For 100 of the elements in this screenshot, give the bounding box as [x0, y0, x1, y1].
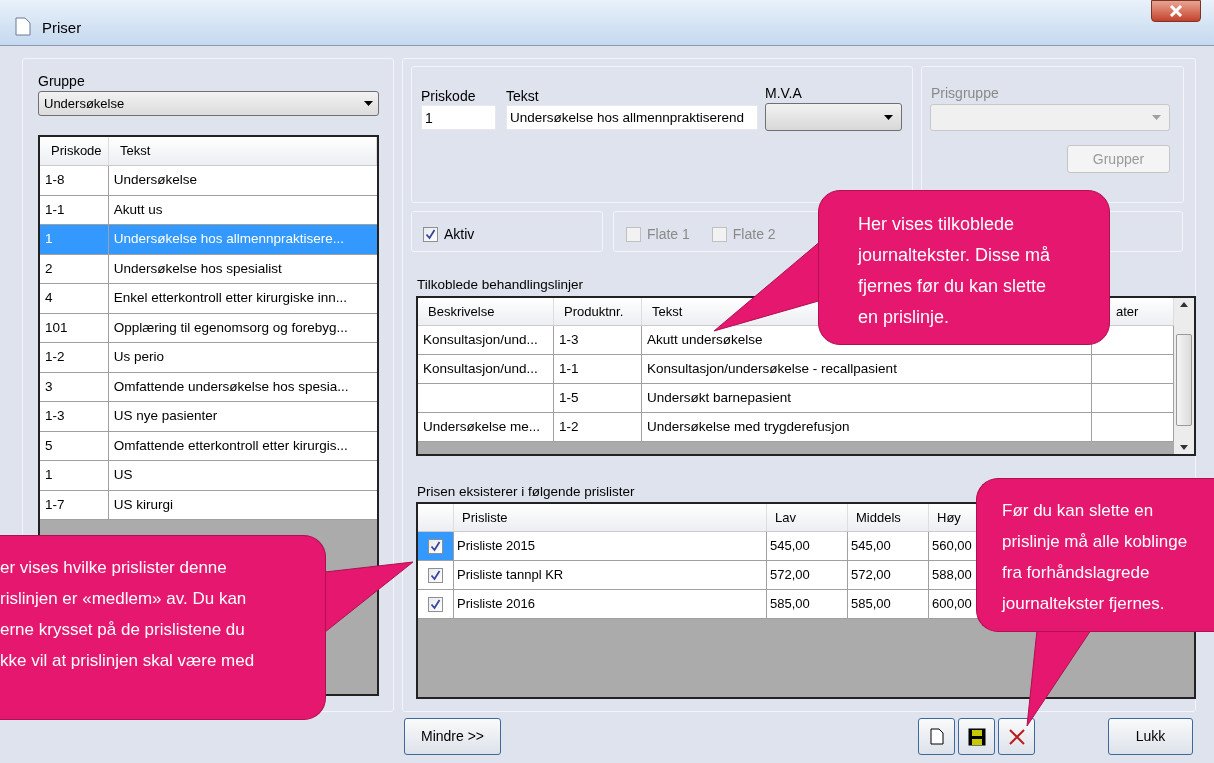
linked-lines-heading: Tilkoblede behandlingslinjer: [417, 276, 584, 294]
document-icon: [929, 728, 944, 745]
table-cell-text: Undersøkelse med trygderefusjon: [647, 417, 850, 436]
table-cell-text: 1-3: [559, 330, 579, 349]
table-cell-text: Prisliste tannpl KR: [457, 566, 564, 585]
scroll-up-icon[interactable]: [1180, 302, 1188, 307]
text-cell-text: Omfattende undersøkelse hos spesia...: [112, 377, 350, 396]
table-cell-text: 588,00: [932, 566, 972, 585]
save-button[interactable]: [958, 718, 995, 755]
list-row[interactable]: 1 US: [40, 461, 377, 491]
vat-dropdown[interactable]: [765, 103, 902, 131]
list-row[interactable]: 2 Undersøkelse hos spesialist: [40, 254, 377, 284]
checkbox[interactable]: [428, 596, 443, 612]
text-cell-text: Undersøkelse hos allmennpraktisere...: [112, 230, 345, 249]
table-cell-text: 1-5: [559, 388, 579, 407]
table-cell-text: 560,00: [932, 537, 972, 556]
table-cell-text: 572,00: [851, 566, 891, 585]
table-cell-text: 1-2: [559, 417, 579, 436]
scrollbar[interactable]: [1174, 298, 1194, 454]
list-row[interactable]: 1-3 US nye pasienter: [40, 402, 377, 432]
text-cell-text: Akutt us: [112, 200, 164, 219]
price-code-cell: 1-3: [40, 402, 109, 431]
column-header[interactable]: Lav: [775, 507, 796, 528]
column-header[interactable]: Produktnr.: [564, 301, 624, 322]
text-cell-text: Undersøkelse: [112, 171, 198, 190]
column-header[interactable]: Beskrivelse: [428, 301, 495, 322]
column-header[interactable]: Prisliste: [462, 507, 508, 528]
text-cell-text: US nye pasienter: [112, 407, 219, 426]
price-code-cell: 5: [40, 431, 109, 460]
less-button[interactable]: Mindre >>: [404, 718, 501, 755]
list-row[interactable]: 1-2 Us perio: [40, 343, 377, 373]
price-group-label: Prisgruppe: [931, 84, 999, 103]
text-cell-text: Enkel etterkontroll etter kirurgiske inn...: [112, 289, 348, 308]
table-cell-text: 572,00: [770, 566, 810, 585]
table-cell-text: 585,00: [851, 595, 891, 614]
delete-icon: [1008, 728, 1025, 745]
price-code-cell: 1: [40, 225, 109, 254]
price-lists-heading: Prisen eksisterer i følgende prislister: [417, 483, 635, 501]
price-code-cell: 1-2: [40, 343, 109, 372]
price-code-cell: 101: [40, 313, 109, 342]
text-label: Tekst: [506, 87, 539, 106]
column-header[interactable]: Tekst: [109, 137, 377, 165]
checkbox-label: Flate 2: [732, 225, 776, 244]
column-header[interactable]: Høy: [937, 507, 961, 528]
scroll-thumb[interactable]: [1176, 334, 1192, 426]
text-cell-text: Us perio: [112, 348, 165, 367]
checkbox[interactable]: [428, 538, 443, 554]
checkbox-cell[interactable]: [418, 532, 454, 560]
table-cell-text: Undersøkelse me...: [423, 417, 541, 436]
checkbox-label: Aktiv: [444, 225, 475, 244]
column-header[interactable]: Tekst: [652, 301, 683, 322]
checkbox[interactable]: [428, 567, 443, 583]
callout-bubble: Før du kan slette en prislinje må alle koblinge fra forhåndslagrede journaltekster fjernes.: [976, 478, 1214, 632]
price-code-cell: 1: [40, 461, 109, 490]
list-row[interactable]: 4 Enkel etterkontroll etter kirurgiske inn...: [40, 284, 377, 314]
price-code-cell: 1-1: [40, 195, 109, 224]
checkbox-label: Flate 1: [647, 225, 690, 244]
list-row[interactable]: 1-7 US kirurgi: [40, 490, 377, 520]
price-code-field[interactable]: 1: [421, 105, 496, 130]
table-cell-text: 1-1: [559, 359, 579, 378]
list-row[interactable]: 1-1 Akutt us: [40, 195, 377, 225]
price-code-cell: 2: [40, 254, 109, 283]
delete-button[interactable]: [998, 718, 1035, 755]
checkbox[interactable]: [423, 227, 438, 242]
table-cell-text: 545,00: [851, 537, 891, 556]
dropdown-arrow-icon: [1152, 115, 1161, 120]
vat-label: M.V.A: [765, 84, 802, 103]
dropdown-arrow-icon: [884, 114, 893, 120]
table-cell-text: 600,00: [932, 595, 972, 614]
table-cell-text: Prisliste 2015: [457, 537, 536, 556]
scroll-down-icon[interactable]: [1180, 445, 1188, 450]
text-cell-text: US: [112, 466, 134, 485]
group-dropdown[interactable]: Undersøkelse: [38, 91, 379, 116]
text-cell-text: US kirurgi: [112, 495, 174, 514]
list-row[interactable]: 5 Omfattende etterkontroll etter kirurgis...: [40, 431, 377, 461]
close-dialog-button[interactable]: Lukk: [1108, 718, 1193, 755]
price-code-cell: 1-8: [40, 166, 109, 195]
table-cell-text: Konsultasjon/und...: [423, 359, 538, 378]
text-cell-text: Undersøkelse hos spesialist: [112, 259, 283, 278]
price-code-cell: 3: [40, 372, 109, 401]
new-button[interactable]: [918, 718, 955, 755]
document-icon: [15, 17, 31, 36]
close-icon: [1169, 5, 1183, 17]
text-field[interactable]: Undersøkelse hos allmennpraktiserend: [506, 105, 758, 130]
list-row[interactable]: 3 Omfattende undersøkelse hos spesia...: [40, 372, 377, 402]
list-row[interactable]: 1-8 Undersøkelse: [40, 166, 377, 196]
callout-bubble: er vises hvilke prislister denne rislinjen er «medlem» av. Du kan erne krysset på de prislistene du kke vil at prislinjen skal være med: [0, 535, 326, 720]
column-header[interactable]: Priskode: [40, 137, 109, 165]
dropdown-arrow-icon: [364, 101, 373, 106]
table-cell-text: Konsultasjon/undersøkelse - recallpasient: [647, 359, 897, 378]
close-button[interactable]: [1151, 0, 1201, 22]
list-row[interactable]: 101 Opplæring til egenomsorg og forebyg...: [40, 313, 377, 343]
window-title: Priser: [42, 18, 82, 38]
price-code-label: Priskode: [421, 87, 476, 106]
table-cell-text: Konsultasjon/und...: [423, 330, 538, 349]
column-header[interactable]: Middels: [856, 507, 901, 528]
table-cell-text: 545,00: [770, 537, 810, 556]
table-cell-text: Akutt undersøkelse: [647, 330, 763, 349]
table-cell-text: Prisliste 2016: [457, 595, 536, 614]
column-header[interactable]: ater: [1116, 301, 1139, 322]
